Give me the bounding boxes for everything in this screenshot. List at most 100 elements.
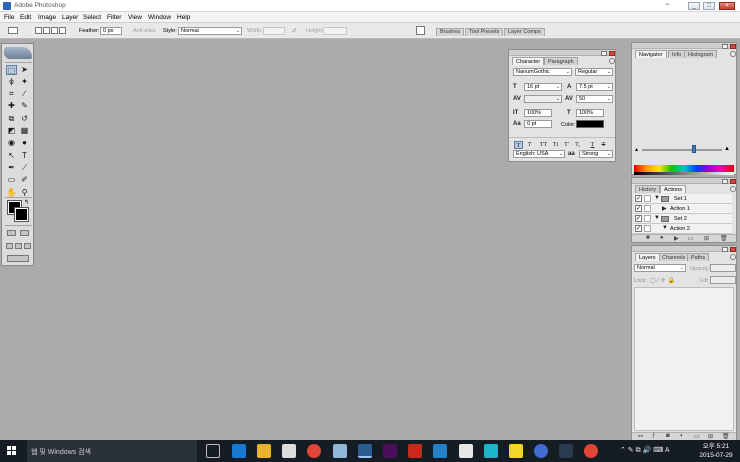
gradient-tool-icon[interactable]: ▦ xyxy=(19,126,30,136)
edge-browser-icon[interactable] xyxy=(232,444,246,458)
well-tab-brushes[interactable]: Brushes xyxy=(436,28,465,36)
new-action-icon[interactable]: ⊞ xyxy=(704,235,709,242)
minimize-button[interactable]: _ xyxy=(688,2,700,10)
grayscale-ramp[interactable] xyxy=(634,172,734,175)
screen-mode-full-menu-icon[interactable] xyxy=(15,243,22,249)
tab-navigator[interactable]: Navigator xyxy=(635,50,667,58)
standard-mode-icon[interactable] xyxy=(7,230,16,236)
panel-close-button[interactable] xyxy=(609,51,615,56)
play-icon[interactable]: ▶ xyxy=(674,235,679,242)
tab-character[interactable]: Character xyxy=(512,57,545,65)
adjustment-layer-icon[interactable]: ◐ xyxy=(680,433,684,439)
taskbar-search-box[interactable]: 웹 및 Windows 검색 xyxy=(27,440,197,462)
opacity-input[interactable] xyxy=(710,264,736,272)
font-size-input[interactable]: 16 pt ⌄ xyxy=(524,83,562,91)
well-tab-tool-presets[interactable]: Tool Presets xyxy=(465,28,504,36)
dialog-toggle[interactable] xyxy=(644,215,651,222)
antialias-checkbox[interactable]: Anti-alias xyxy=(133,28,156,34)
expand-triangle-icon[interactable]: ▼ xyxy=(654,195,660,201)
record-icon[interactable]: ● xyxy=(660,235,664,241)
check-icon[interactable]: ✓ xyxy=(635,225,642,232)
maximize-button[interactable]: □ xyxy=(703,2,715,10)
text-color-swatch[interactable] xyxy=(576,120,604,128)
tracking-input[interactable]: 50 ⌄ xyxy=(576,95,613,103)
app-icon[interactable] xyxy=(433,444,447,458)
tab-info[interactable]: Info xyxy=(668,50,686,58)
tab-paragraph[interactable]: Paragraph xyxy=(544,57,578,65)
action-row[interactable]: ✓ ▼ Set 2 xyxy=(634,214,732,224)
lasso-tool-icon[interactable]: ϕ xyxy=(6,77,17,87)
kakaotalk-icon[interactable] xyxy=(509,444,523,458)
menu-filter[interactable]: Filter xyxy=(107,14,121,21)
antialias-select[interactable]: Strong ⌄ xyxy=(579,150,613,158)
vertical-scale-input[interactable]: 100% xyxy=(524,109,552,117)
panel-close-button[interactable] xyxy=(730,247,736,252)
lock-icons[interactable]: ▢⁄✛🔒 xyxy=(650,277,677,284)
panel-minimize-button[interactable] xyxy=(722,44,728,49)
swap-arrows-icon[interactable]: ⇄ xyxy=(292,28,297,34)
kerning-input[interactable]: ⌄ xyxy=(524,95,562,103)
zoom-out-icon[interactable]: ▴ xyxy=(635,146,638,153)
panel-minimize-button[interactable] xyxy=(722,179,728,184)
fill-input[interactable] xyxy=(710,276,736,284)
new-group-icon[interactable]: ▭ xyxy=(694,433,700,440)
menu-file[interactable]: File xyxy=(4,14,14,21)
zoom-slider-thumb[interactable] xyxy=(692,145,696,153)
type-tool-icon[interactable]: T xyxy=(19,151,30,161)
crop-tool-icon[interactable]: ⌗ xyxy=(6,89,17,99)
app-icon[interactable] xyxy=(459,444,473,458)
background-color-swatch[interactable] xyxy=(14,207,29,222)
dialog-toggle[interactable] xyxy=(644,195,651,202)
check-icon[interactable]: ✓ xyxy=(635,215,642,222)
task-view-icon[interactable] xyxy=(206,444,220,458)
expand-triangle-icon[interactable]: ▼ xyxy=(654,215,660,221)
input-language[interactable]: A xyxy=(665,447,670,454)
zoom-slider[interactable] xyxy=(642,149,722,151)
panel-minimize-button[interactable] xyxy=(722,247,728,252)
faux-bold-button[interactable]: T xyxy=(514,141,523,149)
faux-italic-button[interactable]: T xyxy=(525,141,534,149)
path-select-tool-icon[interactable]: ↖ xyxy=(6,151,17,161)
link-layers-icon[interactable]: ⚯ xyxy=(638,433,643,440)
layer-mask-icon[interactable]: ◙ xyxy=(666,433,670,439)
check-icon[interactable]: ✓ xyxy=(635,205,642,212)
panel-close-button[interactable] xyxy=(730,44,736,49)
brush-tool-icon[interactable]: ✎ xyxy=(19,101,30,111)
line-tool-icon[interactable]: ⟋ xyxy=(19,163,30,173)
zoom-in-icon[interactable]: ▲ xyxy=(724,146,730,152)
language-select[interactable]: English: USA ⌄ xyxy=(513,150,565,158)
dialog-toggle[interactable] xyxy=(644,205,651,212)
add-selection-icon[interactable] xyxy=(43,27,50,34)
small-caps-button[interactable]: Tt xyxy=(551,141,560,149)
baseline-shift-input[interactable]: 0 pt xyxy=(524,120,552,128)
intersect-selection-icon[interactable] xyxy=(59,27,66,34)
menu-select[interactable]: Select xyxy=(83,14,101,21)
move-tool-icon[interactable]: ➤ xyxy=(19,65,30,75)
expand-triangle-icon[interactable]: ▼ xyxy=(662,225,668,231)
feather-input[interactable]: 0 px xyxy=(100,27,122,35)
marquee-tool-icon[interactable]: ⬚ xyxy=(6,65,17,75)
panel-grip[interactable] xyxy=(509,50,615,56)
horizontal-scale-input[interactable]: 100% xyxy=(576,109,604,117)
new-layer-icon[interactable]: ⊞ xyxy=(708,433,713,440)
eyedropper-tool-icon[interactable]: ✐ xyxy=(19,175,30,185)
panel-menu-icon[interactable] xyxy=(609,58,615,64)
panel-menu-icon[interactable] xyxy=(730,254,736,260)
eraser-tool-icon[interactable]: ◩ xyxy=(6,126,17,136)
taskbar-clock[interactable]: 오후 5:21 2015-07-29 xyxy=(698,442,734,460)
trash-icon[interactable]: 🗑 xyxy=(722,433,730,440)
store-icon[interactable] xyxy=(282,444,296,458)
new-selection-icon[interactable] xyxy=(35,27,42,34)
tab-paths[interactable]: Paths xyxy=(687,253,710,261)
menu-image[interactable]: Image xyxy=(38,14,56,21)
windows-start-icon[interactable] xyxy=(7,446,17,456)
action-row[interactable]: ✓ ▼ Action 2 xyxy=(634,224,732,234)
notes-tool-icon[interactable]: ▭ xyxy=(6,175,17,185)
panel-menu-icon[interactable] xyxy=(730,186,736,192)
style-select[interactable]: Normal ⌄ xyxy=(178,27,242,35)
underline-button[interactable]: T xyxy=(588,141,597,149)
chrome-icon[interactable] xyxy=(307,444,321,458)
screen-mode-full-icon[interactable] xyxy=(24,243,31,249)
menu-view[interactable]: View xyxy=(128,14,142,21)
file-explorer-icon[interactable] xyxy=(257,444,271,458)
